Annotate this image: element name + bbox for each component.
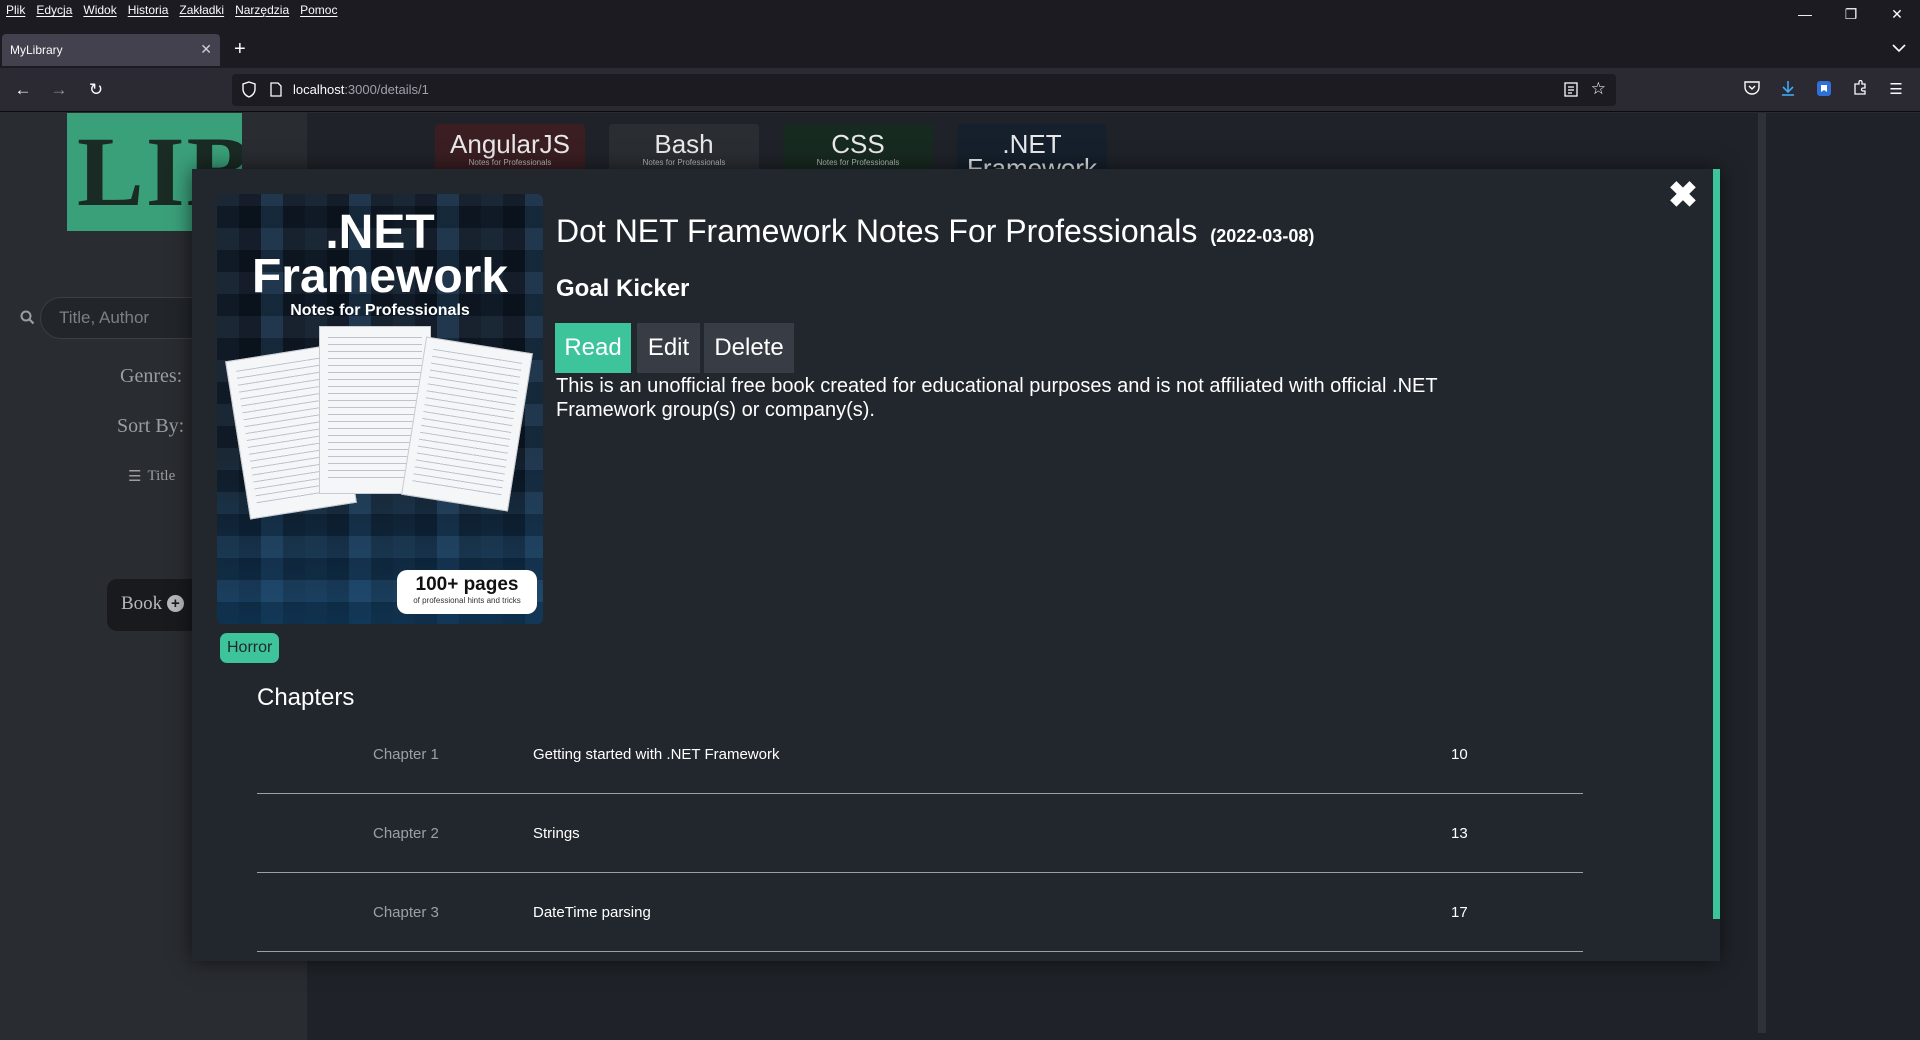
extension-shield-icon[interactable] [1814, 80, 1834, 100]
list-icon: ☰ [128, 469, 142, 485]
book-author: Goal Kicker [556, 275, 690, 302]
chapter-page: 10 [1451, 746, 1468, 763]
book-description: This is an unofficial free book created … [556, 375, 1438, 421]
menu-edycja[interactable]: Edycja [36, 3, 72, 17]
reload-icon[interactable]: ↻ [86, 80, 106, 100]
pages-badge-sub: of professional hints and tricks [413, 596, 521, 605]
plus-circle-icon: + [166, 595, 184, 612]
sort-option-title[interactable]: ☰ Title [128, 467, 175, 486]
extensions-puzzle-icon[interactable] [1850, 79, 1870, 100]
menu-plik[interactable]: Plik [6, 3, 25, 17]
chapter-number: Chapter 1 [373, 746, 439, 763]
url-host: localhost [293, 82, 345, 97]
hamburger-menu-icon[interactable]: ☰ [1886, 80, 1906, 100]
page-icon [270, 82, 282, 102]
table-row[interactable]: Chapter 3 DateTime parsing 17 [257, 873, 1583, 952]
cover-line-3: Notes for Professionals [290, 302, 470, 319]
cover-line-2: Framework [251, 250, 509, 303]
edit-button[interactable]: Edit [637, 323, 700, 373]
pages-badge: 100+ pages of professional hints and tri… [397, 570, 537, 614]
carousel-title: Bash [654, 129, 714, 159]
chapter-number: Chapter 3 [373, 904, 439, 921]
search-icon [20, 310, 35, 330]
bookmark-star-icon[interactable]: ☆ [1591, 79, 1606, 99]
carousel-title: CSS [831, 129, 885, 159]
sort-option-label: Title [147, 468, 176, 484]
chapter-title: DateTime parsing [533, 904, 651, 921]
url-path: :3000/details/1 [344, 82, 429, 97]
sort-label: Sort By: [117, 415, 185, 437]
carousel-subtitle: Notes for Professionals [816, 158, 900, 167]
forward-arrow-icon[interactable]: → [49, 80, 69, 100]
book-date: (2022-03-08) [1210, 226, 1315, 246]
menu-bar: Plik Edycja Widok Historia Zakładki Narz… [0, 0, 1920, 22]
tab-mylibrary[interactable]: MyLibrary ✕ [2, 34, 220, 66]
carousel-cover-css[interactable]: CSS Notes for Professionals [783, 124, 933, 174]
shield-icon[interactable] [242, 81, 256, 103]
nav-bar: ← → ↻ localhost:3000/details/1 ☆ ☰ [0, 68, 1920, 112]
menu-narzedzia[interactable]: Narzędzia [235, 3, 289, 17]
menu-pomoc[interactable]: Pomoc [300, 3, 337, 17]
table-row[interactable]: Chapter 2 Strings 13 [257, 794, 1583, 873]
reader-view-icon[interactable] [1564, 82, 1578, 102]
carousel-cover-dotnet[interactable]: .NET Framework [957, 124, 1107, 174]
book-title: Dot NET Framework Notes For Professional… [556, 213, 1198, 249]
downloads-icon[interactable] [1778, 80, 1798, 100]
tab-title: MyLibrary [10, 43, 63, 57]
chevron-down-icon[interactable] [1892, 40, 1906, 58]
carousel-cover-bash[interactable]: Bash Notes for Professionals [609, 124, 759, 174]
page-scrollbar[interactable] [1758, 113, 1766, 1033]
tab-bar: MyLibrary ✕ + [0, 22, 1920, 68]
carousel-subtitle: Notes for Professionals [642, 158, 726, 167]
menu-zakladki[interactable]: Zakładki [179, 3, 224, 17]
table-row[interactable]: Chapter 1 Getting started with .NET Fram… [257, 715, 1583, 794]
book-title-row: Dot NET Framework Notes For Professional… [556, 213, 1314, 250]
new-tab-button[interactable]: + [234, 39, 246, 59]
modal-scrollbar[interactable] [1713, 169, 1720, 919]
pocket-icon[interactable] [1742, 80, 1762, 100]
book-cover: .NET Framework Notes for Professionals 1… [217, 194, 543, 624]
chapters-heading: Chapters [257, 684, 355, 711]
menu-historia[interactable]: Historia [128, 3, 169, 17]
chapter-title: Getting started with .NET Framework [533, 746, 780, 763]
read-button[interactable]: Read [555, 323, 631, 373]
chapter-page: 13 [1451, 825, 1468, 842]
book-details-modal: ✖ .NET Framework Notes for Professionals… [192, 169, 1720, 961]
genres-label: Genres: [120, 365, 183, 387]
chapter-number: Chapter 2 [373, 825, 439, 842]
close-modal-icon[interactable]: ✖ [1667, 177, 1699, 213]
chapters-table: Chapter 1 Getting started with .NET Fram… [257, 715, 1583, 952]
url-bar[interactable]: localhost:3000/details/1 ☆ [232, 74, 1616, 106]
add-book-label: Book [121, 593, 163, 614]
carousel-title: AngularJS [450, 129, 570, 159]
genre-badge[interactable]: Horror [220, 633, 280, 663]
menu-widok[interactable]: Widok [83, 3, 116, 17]
delete-button[interactable]: Delete [704, 323, 794, 373]
tab-close-icon[interactable]: ✕ [200, 41, 212, 58]
chapter-page: 17 [1451, 904, 1468, 921]
pages-badge-main: 100+ pages [415, 574, 519, 595]
carousel-subtitle: Notes for Professionals [468, 158, 552, 167]
chapter-title: Strings [533, 825, 580, 842]
url-text[interactable]: localhost:3000/details/1 [293, 82, 429, 97]
back-arrow-icon[interactable]: ← [13, 80, 33, 100]
carousel-cover-angularjs[interactable]: AngularJS Notes for Professionals [435, 124, 585, 174]
